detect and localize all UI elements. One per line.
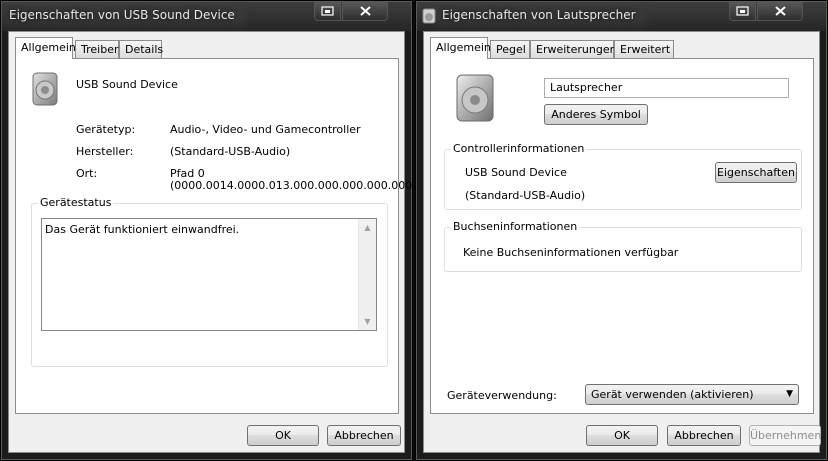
location-detail: (0000.0014.0000.013.000.000.000.000.000)	[170, 179, 417, 192]
jack-info-text: Keine Buchseninformationen verfügbar	[463, 246, 679, 259]
tab-details[interactable]: Details	[119, 40, 163, 58]
scroll-up-icon[interactable]: ▲	[359, 219, 376, 236]
tab-erweitert[interactable]: Erweitert	[614, 40, 674, 58]
ok-button[interactable]: OK	[247, 425, 319, 446]
controller-vendor: (Standard-USB-Audio)	[465, 189, 586, 202]
device-status-group: Gerätestatus Das Gerät funktioniert einw…	[31, 196, 388, 367]
tab-treiber[interactable]: Treiber	[75, 40, 119, 58]
device-type-label: Gerätetyp:	[76, 123, 136, 136]
device-usage-select[interactable]: Gerät verwenden (aktivieren) ▼	[585, 384, 799, 405]
close-button[interactable]	[757, 1, 803, 21]
cancel-button[interactable]: Abbrechen	[327, 425, 401, 446]
window-title: Eigenschaften von USB Sound Device	[9, 8, 235, 22]
change-icon-button[interactable]: Anderes Symbol	[544, 104, 648, 125]
chevron-down-icon: ▼	[786, 389, 793, 399]
controller-properties-button[interactable]: Eigenschaften	[715, 162, 797, 183]
help-button[interactable]	[729, 1, 756, 21]
usb-sound-device-properties-window: Eigenschaften von USB Sound Device Allge…	[0, 0, 417, 461]
device-usage-label: Geräteverwendung:	[447, 389, 557, 402]
speaker-properties-window: Eigenschaften von Lautsprecher Allgemein…	[415, 0, 828, 461]
help-icon	[321, 5, 334, 16]
jack-info-group: Buchseninformationen Keine Buchseninform…	[444, 220, 802, 272]
help-button[interactable]	[314, 1, 341, 21]
close-icon	[774, 5, 786, 16]
ok-button[interactable]: OK	[586, 425, 658, 446]
device-usage-selected: Gerät verwenden (aktivieren)	[591, 388, 754, 401]
controller-name: USB Sound Device	[465, 166, 567, 179]
close-icon	[359, 5, 371, 16]
status-scrollbar[interactable]: ▲ ▼	[358, 219, 376, 330]
tab-panel-allgemein: Lautsprecher Anderes Symbol Controllerin…	[430, 58, 814, 414]
tab-pegel[interactable]: Pegel	[490, 40, 530, 58]
manufacturer-label: Hersteller:	[76, 145, 134, 158]
device-status-text: Das Gerät funktioniert einwandfrei.	[45, 223, 240, 236]
scroll-down-icon[interactable]: ▼	[359, 313, 376, 330]
tab-panel-allgemein: USB Sound Device Gerätetyp: Audio-, Vide…	[15, 58, 417, 414]
speaker-icon	[32, 72, 58, 106]
title-bar[interactable]: Eigenschaften von USB Sound Device	[1, 1, 412, 31]
controller-info-title: Controllerinformationen	[451, 142, 587, 155]
speaker-icon	[456, 74, 494, 122]
device-name-field[interactable]: Lautsprecher	[544, 78, 789, 98]
controller-info-group: Controllerinformationen USB Sound Device…	[444, 142, 802, 210]
dialog-client-area: Allgemein Treiber Details USB Sound Devi…	[8, 31, 417, 453]
cancel-button[interactable]: Abbrechen	[667, 425, 741, 446]
tab-allgemein[interactable]: Allgemein	[15, 37, 76, 59]
jack-info-title: Buchseninformationen	[451, 220, 580, 233]
location-label: Ort:	[76, 167, 98, 180]
window-title: Eigenschaften von Lautsprecher	[442, 8, 636, 22]
title-bar[interactable]: Eigenschaften von Lautsprecher	[416, 1, 827, 31]
close-button[interactable]	[342, 1, 388, 21]
device-name: USB Sound Device	[76, 78, 178, 91]
device-type-value: Audio-, Video- und Gamecontroller	[170, 123, 361, 136]
device-status-group-title: Gerätestatus	[38, 196, 114, 209]
dialog-client-area: Allgemein Pegel Erweiterungen Erweitert …	[423, 31, 821, 453]
manufacturer-value: (Standard-USB-Audio)	[170, 145, 291, 158]
speaker-app-icon	[422, 8, 436, 24]
apply-button[interactable]: Übernehmen	[749, 425, 821, 446]
help-icon	[736, 5, 749, 16]
tab-erweiterungen[interactable]: Erweiterungen	[530, 40, 617, 58]
device-status-box[interactable]: Das Gerät funktioniert einwandfrei. ▲ ▼	[41, 218, 377, 331]
tab-allgemein[interactable]: Allgemein	[430, 37, 491, 59]
